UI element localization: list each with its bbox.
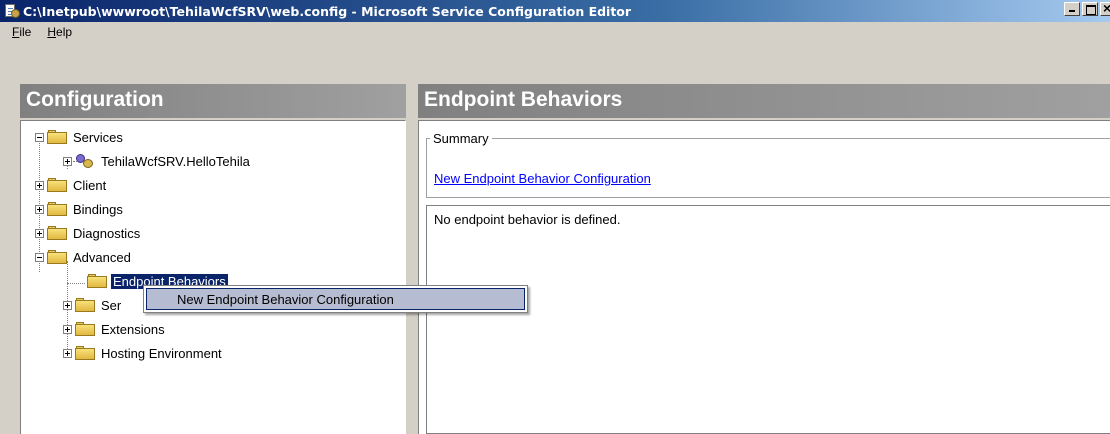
tree-node-service-behaviors[interactable]: Ser [63,295,123,315]
menu-bar: File Help [0,22,1110,42]
tree-node-label: Hosting Environment [101,345,222,361]
folder-icon [47,130,67,144]
menu-help-label: elp [56,25,73,39]
context-menu-item-label: New Endpoint Behavior Configuration [177,291,394,307]
folder-icon [47,202,67,216]
expand-icon[interactable] [63,348,72,358]
configuration-tree[interactable]: Services TehilaWcfSRV.HelloTehila Client… [20,120,406,434]
behavior-info-box: No endpoint behavior is defined. [426,205,1110,434]
tree-node-label: Ser [101,297,122,313]
folder-icon [47,250,67,264]
minimize-button[interactable] [1064,2,1080,16]
pane-splitter[interactable] [406,84,418,434]
tree-node-label: Diagnostics [73,225,141,241]
close-button[interactable] [1100,0,1110,16]
tree-node-services[interactable]: Services [35,127,125,147]
folder-icon [75,322,95,336]
tree-node-label: Extensions [101,321,165,337]
tree-line [67,283,85,284]
menu-file-label: ile [19,25,32,39]
folder-icon [75,346,95,360]
configuration-pane-header: Configuration [20,84,406,118]
expand-icon[interactable] [35,228,44,238]
menu-file[interactable]: File [4,23,39,41]
context-menu-new-endpoint-behavior[interactable]: New Endpoint Behavior Configuration [146,288,525,310]
tree-node-extensions[interactable]: Extensions [63,319,167,339]
context-menu: New Endpoint Behavior Configuration [143,285,528,313]
tree-node-label: Client [73,177,107,193]
folder-icon [75,298,95,312]
no-behavior-message: No endpoint behavior is defined. [434,212,621,227]
tree-node-label: Advanced [73,249,131,265]
tree-node-client[interactable]: Client [35,175,108,195]
service-icon [75,153,95,169]
expand-icon[interactable] [63,300,72,310]
endpoint-behaviors-pane-header: Endpoint Behaviors [418,84,1110,118]
tree-node-diagnostics[interactable]: Diagnostics [35,223,142,243]
app-icon[interactable] [4,3,20,19]
maximize-button[interactable] [1082,2,1098,16]
expand-icon[interactable] [63,324,72,334]
collapse-icon[interactable] [35,252,44,262]
tree-node-label: Services [73,129,123,145]
expand-icon[interactable] [35,180,44,190]
window-controls [1064,0,1110,16]
window-title: C:\Inetpub\wwwroot\TehilaWcfSRV\web.conf… [23,3,632,19]
folder-icon [47,226,67,240]
tree-node-label: Bindings [73,201,123,217]
tree-node-advanced[interactable]: Advanced [35,247,133,267]
folder-icon [47,178,67,192]
menu-help-accel: H [47,25,57,39]
menu-help[interactable]: Help [39,23,80,41]
tree-node-hosting-environment[interactable]: Hosting Environment [63,343,224,363]
new-endpoint-behavior-link[interactable]: New Endpoint Behavior Configuration [434,171,651,186]
summary-group [426,138,1110,198]
tree-node-bindings[interactable]: Bindings [35,199,125,219]
summary-legend: Summary [430,131,492,146]
tree-node-label: TehilaWcfSRV.HelloTehila [101,153,250,169]
collapse-icon[interactable] [35,132,44,142]
expand-icon[interactable] [63,156,72,166]
title-bar: C:\Inetpub\wwwroot\TehilaWcfSRV\web.conf… [0,0,1110,22]
expand-icon[interactable] [35,204,44,214]
open-folder-icon [87,274,107,288]
tree-node-hello-service[interactable]: TehilaWcfSRV.HelloTehila [63,151,252,171]
